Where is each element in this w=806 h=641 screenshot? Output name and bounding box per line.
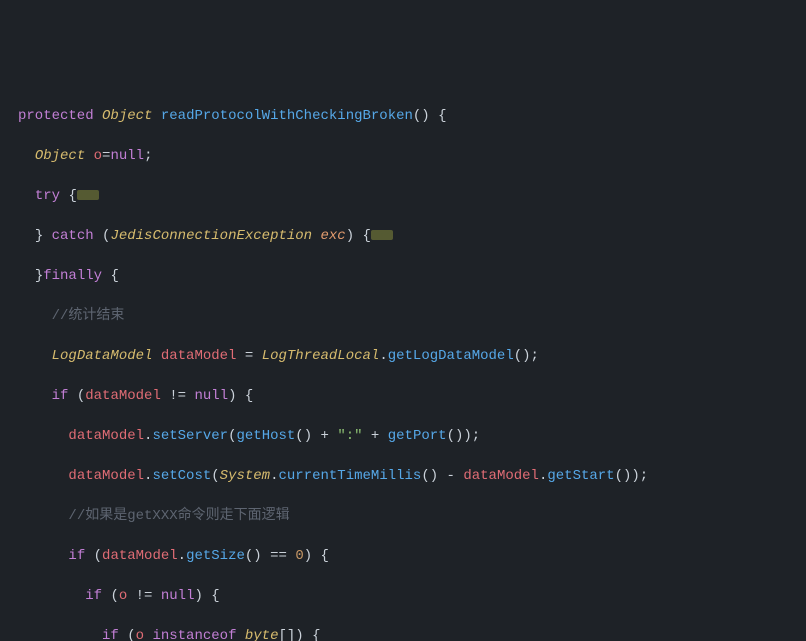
code-line: Object o=null;	[0, 146, 806, 166]
fold-marker-icon[interactable]: ···	[77, 190, 99, 200]
function-name: getLogDataModel	[388, 348, 514, 364]
identifier: dataModel	[85, 388, 161, 404]
punct: (	[94, 548, 102, 564]
type: System	[220, 468, 270, 484]
function-name: getStart	[547, 468, 614, 484]
code-editor[interactable]: protected Object readProtocolWithCheckin…	[0, 80, 806, 641]
identifier: dataModel	[68, 428, 144, 444]
punct: (	[211, 468, 219, 484]
code-line: if (o instanceof byte[]) {	[0, 626, 806, 641]
code-line: dataModel.setServer(getHost() + ":" + ge…	[0, 426, 806, 446]
punct: ) {	[304, 548, 329, 564]
keyword: if	[52, 388, 69, 404]
punct: {	[68, 188, 76, 204]
number: 0	[295, 548, 303, 564]
function-name: currentTimeMillis	[279, 468, 422, 484]
keyword: finally	[43, 268, 102, 284]
code-line: LogDataModel dataModel = LogThreadLocal.…	[0, 346, 806, 366]
identifier: dataModel	[68, 468, 144, 484]
identifier: o	[119, 588, 127, 604]
keyword: catch	[52, 228, 94, 244]
type: Object	[102, 108, 152, 124]
keyword: protected	[18, 108, 94, 124]
function-name: setCost	[152, 468, 211, 484]
punct: []) {	[278, 628, 320, 641]
comment: //统计结束	[52, 308, 125, 324]
type: JedisConnectionException	[110, 228, 312, 244]
param: exc	[321, 228, 346, 244]
punct: {	[110, 268, 118, 284]
function-name: readProtocolWithCheckingBroken	[161, 108, 413, 124]
code-line: //统计结束	[0, 306, 806, 326]
keyword: try	[35, 188, 60, 204]
code-line: if (dataModel.getSize() == 0) {	[0, 546, 806, 566]
punct: ());	[447, 428, 481, 444]
keyword: if	[102, 628, 119, 641]
identifier: dataModel	[102, 548, 178, 564]
type: byte	[245, 628, 279, 641]
keyword: if	[68, 548, 85, 564]
fold-marker-icon[interactable]: ···	[371, 230, 393, 240]
function-name: setServer	[152, 428, 228, 444]
code-line: //如果是getXXX命令则走下面逻辑	[0, 506, 806, 526]
punct: () ==	[245, 548, 295, 564]
code-line: dataModel.setCost(System.currentTimeMill…	[0, 466, 806, 486]
keyword: null	[194, 388, 228, 404]
punct: (	[127, 628, 135, 641]
identifier: o	[136, 628, 144, 641]
punct: }	[35, 228, 43, 244]
punct: ) {	[346, 228, 371, 244]
code-line: } catch (JedisConnectionException exc) {…	[0, 226, 806, 246]
keyword: null	[110, 148, 144, 164]
op: !=	[169, 388, 186, 404]
op: +	[363, 428, 388, 444]
code-line: try {···	[0, 186, 806, 206]
punct: () -	[421, 468, 463, 484]
punct: .	[379, 348, 387, 364]
punct: ();	[514, 348, 539, 364]
punct: ) {	[228, 388, 253, 404]
type: Object	[35, 148, 85, 164]
keyword: if	[85, 588, 102, 604]
punct: }	[35, 268, 43, 284]
punct: () {	[413, 108, 447, 124]
identifier: o	[94, 148, 102, 164]
identifier: dataModel	[161, 348, 237, 364]
punct: .	[178, 548, 186, 564]
function-name: getHost	[236, 428, 295, 444]
punct: .	[270, 468, 278, 484]
punct: (	[110, 588, 118, 604]
punct: ;	[144, 148, 152, 164]
type: LogDataModel	[52, 348, 153, 364]
op: !=	[136, 588, 153, 604]
punct: ) {	[194, 588, 219, 604]
comment: //如果是getXXX命令则走下面逻辑	[68, 508, 289, 524]
code-line: if (o != null) {	[0, 586, 806, 606]
code-line: }finally {	[0, 266, 806, 286]
code-line: if (dataModel != null) {	[0, 386, 806, 406]
type: LogThreadLocal	[262, 348, 380, 364]
punct: () +	[295, 428, 337, 444]
identifier: dataModel	[463, 468, 539, 484]
keyword: instanceof	[152, 628, 236, 641]
function-name: getSize	[186, 548, 245, 564]
code-line: protected Object readProtocolWithCheckin…	[0, 106, 806, 126]
op: =	[245, 348, 253, 364]
punct: ());	[615, 468, 649, 484]
keyword: null	[161, 588, 195, 604]
punct: (	[77, 388, 85, 404]
string: ":"	[337, 428, 362, 444]
function-name: getPort	[388, 428, 447, 444]
